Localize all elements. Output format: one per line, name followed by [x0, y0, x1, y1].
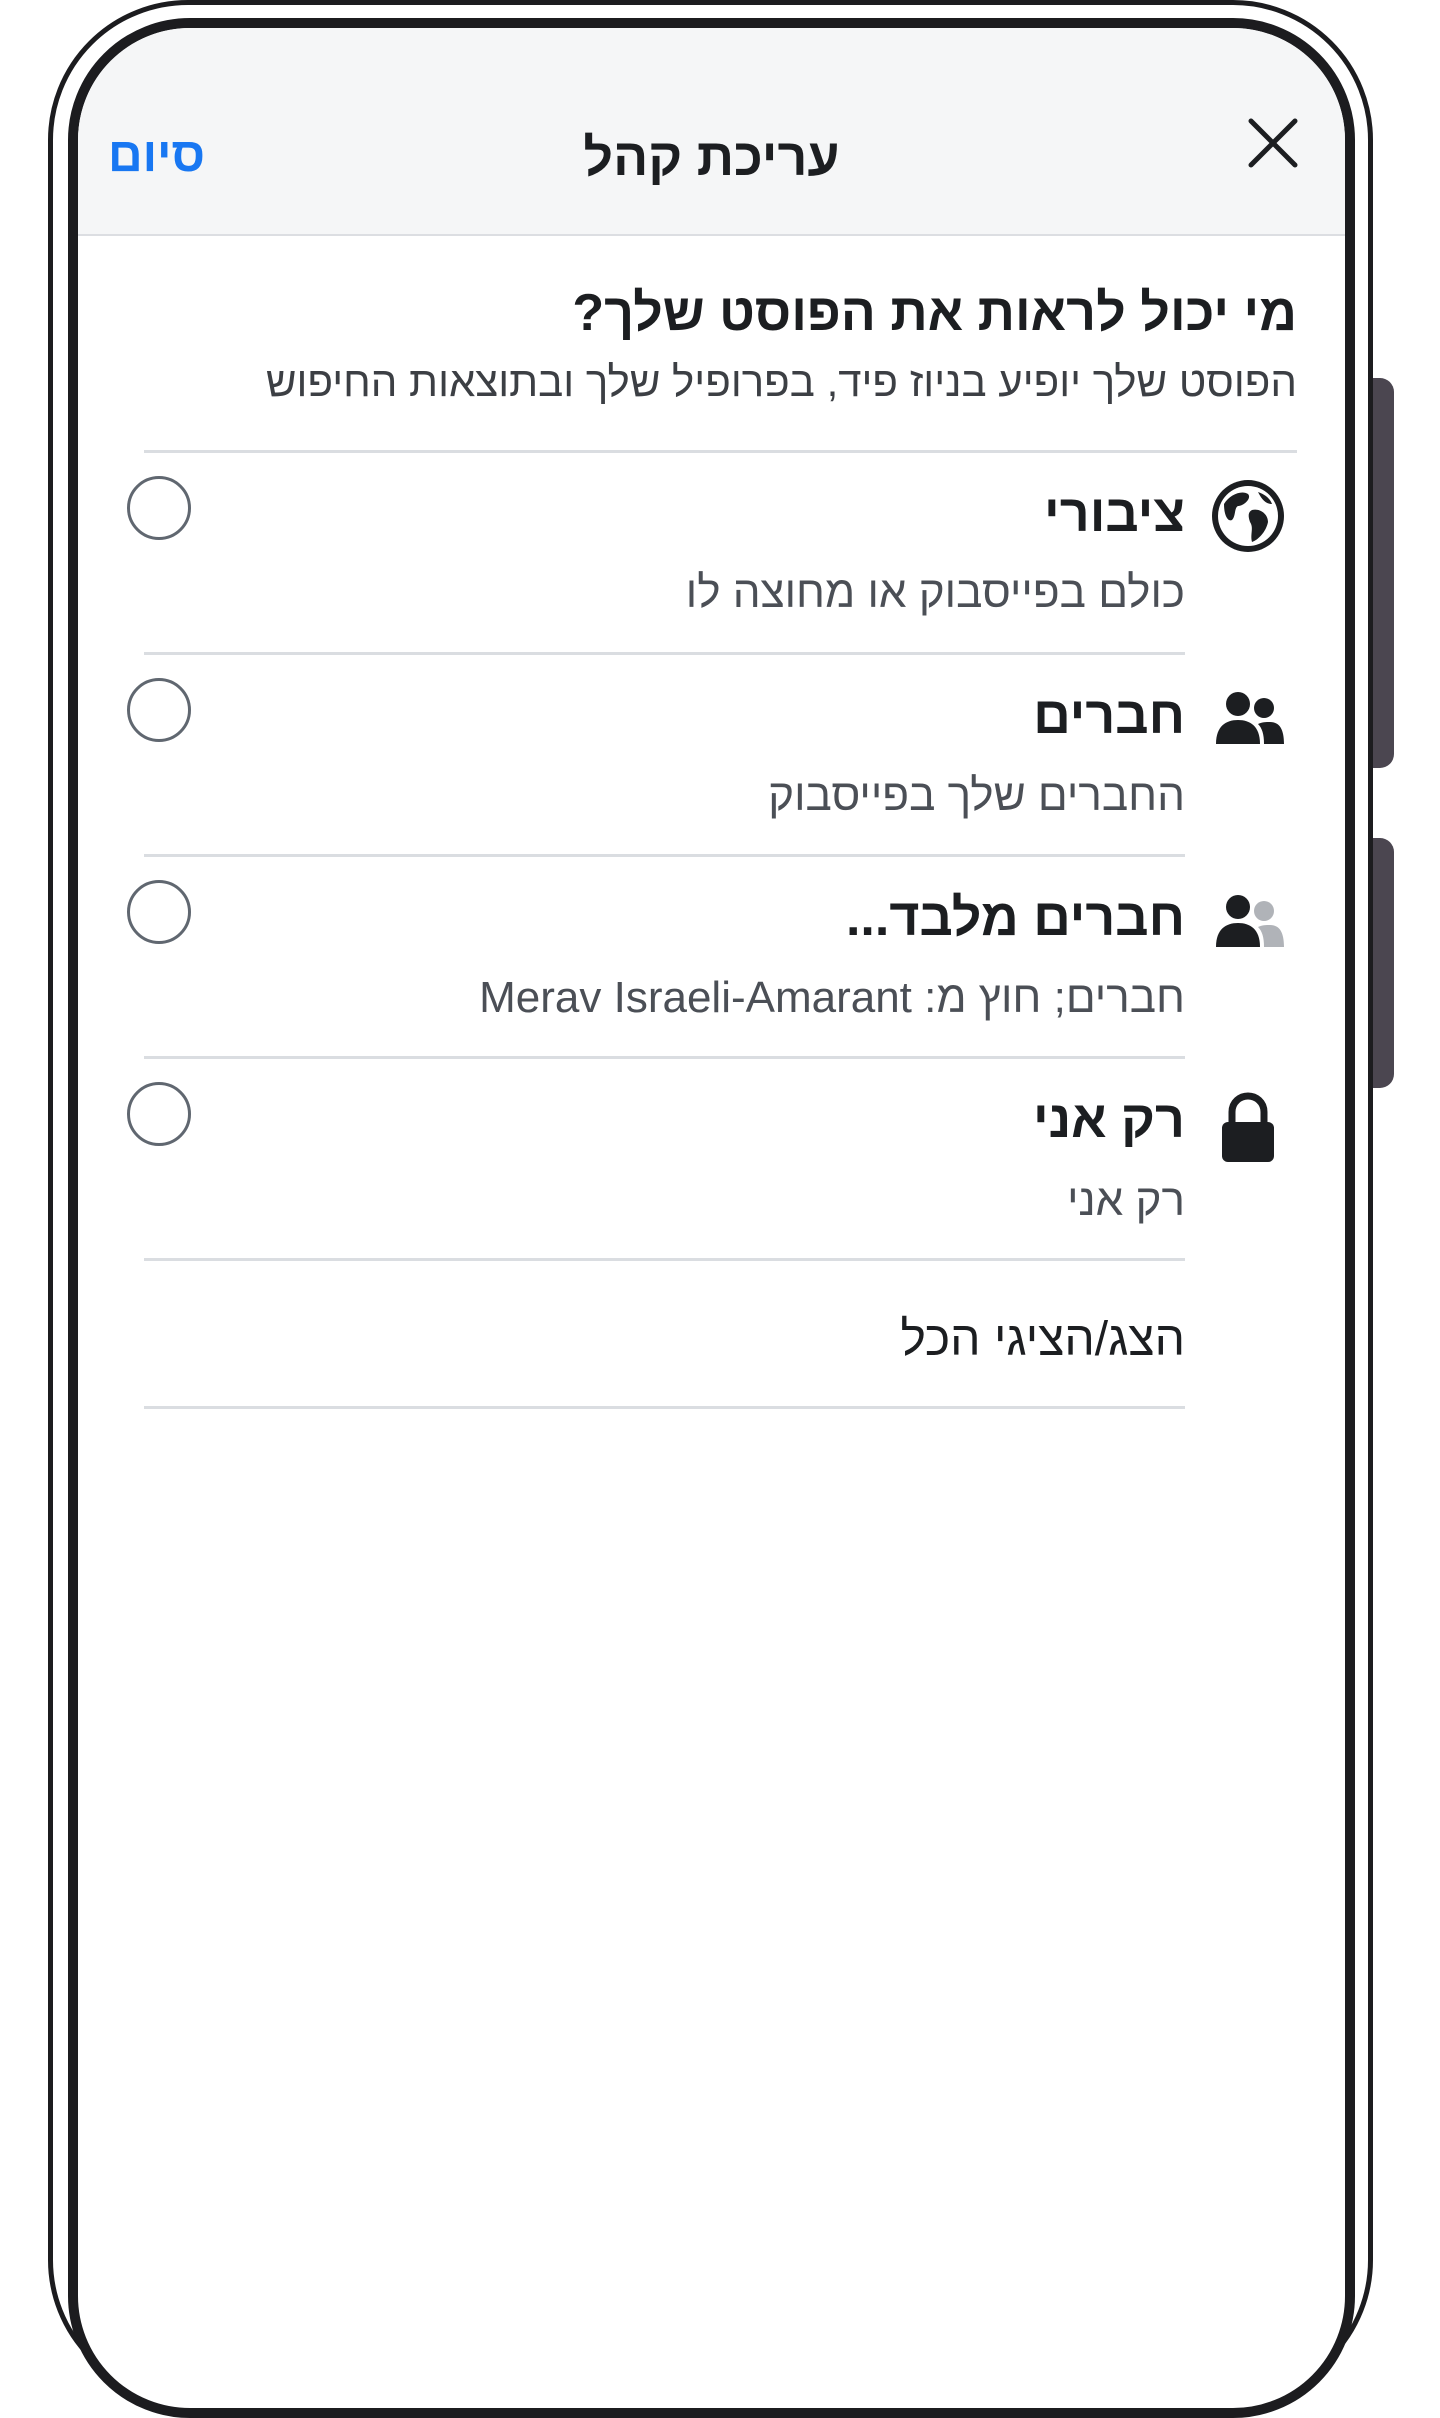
header-bar: עריכת קהל סיום [78, 28, 1345, 236]
page-title: עריכת קהל [583, 129, 840, 187]
friends-icon [1216, 692, 1284, 744]
divider [144, 1258, 1185, 1261]
divider [144, 652, 1185, 655]
option-friends-except-subtitle: חברים; חוץ מ: Merav Israeli-Amarant [479, 973, 1185, 1022]
option-friends-except-title: חברים מלבד... [845, 889, 1185, 947]
option-public-subtitle: כולם בפייסבוק או מחוצה לו [685, 568, 1185, 617]
audience-question-title: מי יכול לראות את הפוסט שלך? [572, 284, 1297, 342]
globe-icon [1212, 480, 1284, 552]
show-all-button[interactable]: הצג/הציגי הכל [901, 1312, 1185, 1367]
friends-except-icon [1216, 895, 1284, 947]
done-button[interactable]: סיום [108, 128, 205, 183]
divider [144, 1056, 1185, 1059]
option-friends-subtitle: החברים שלך בפייסבוק [768, 771, 1185, 820]
divider [144, 1406, 1185, 1409]
radio-only-me[interactable] [127, 1082, 191, 1146]
audience-question-subtitle: הפוסט שלך יופיע בניוז פיד, בפרופיל שלך ו… [265, 358, 1297, 405]
option-public-title: ציבורי [1044, 485, 1185, 543]
radio-public[interactable] [127, 476, 191, 540]
radio-friends-except[interactable] [127, 880, 191, 944]
option-only-me-subtitle: רק אני [1067, 1176, 1185, 1225]
phone-screen: עריכת קהל סיום מי יכול לראות את הפוסט של… [68, 18, 1355, 2418]
divider [144, 854, 1185, 857]
radio-friends[interactable] [127, 678, 191, 742]
side-button-upper [1372, 378, 1394, 768]
option-only-me-title: רק אני [1033, 1091, 1185, 1149]
option-friends-title: חברים [1033, 687, 1185, 745]
lock-icon [1222, 1092, 1274, 1162]
side-button-lower [1372, 838, 1394, 1088]
divider [144, 450, 1297, 453]
